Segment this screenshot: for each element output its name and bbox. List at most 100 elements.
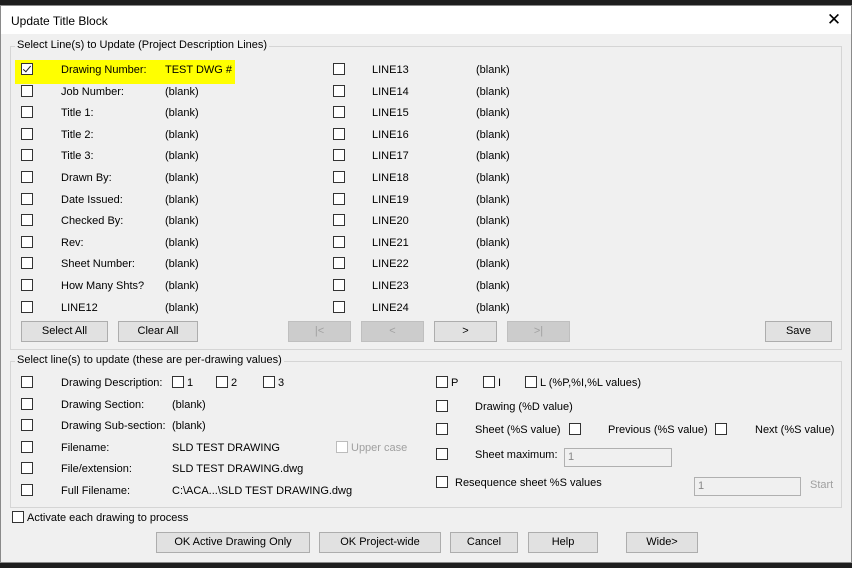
line-checkbox[interactable] — [333, 149, 345, 161]
line-checkbox[interactable] — [21, 149, 33, 161]
drawing-description-checkbox[interactable] — [21, 376, 33, 388]
line-checkbox[interactable] — [21, 301, 33, 313]
last-page-button[interactable]: >| — [507, 321, 570, 342]
sheet-max-checkbox[interactable] — [436, 448, 448, 460]
line-value: (blank) — [476, 172, 510, 184]
line-value: (blank) — [165, 172, 199, 184]
line-value: (blank) — [476, 107, 510, 119]
line-checkbox[interactable] — [333, 106, 345, 118]
activate-each-label: Activate each drawing to process — [27, 512, 189, 524]
line-checkbox[interactable] — [21, 214, 33, 226]
resequence-label: Resequence sheet %S values — [455, 477, 602, 489]
line-label: LINE22 — [372, 258, 409, 270]
line-value: (blank) — [165, 215, 199, 227]
cancel-button[interactable]: Cancel — [450, 532, 518, 553]
drawing-section-checkbox[interactable] — [21, 398, 33, 410]
drawing-description-2-checkbox[interactable] — [216, 376, 228, 388]
line-checkbox[interactable] — [21, 257, 33, 269]
line-checkbox[interactable] — [21, 236, 33, 248]
full-filename-checkbox[interactable] — [21, 484, 33, 496]
line-checkbox[interactable] — [21, 128, 33, 140]
line-checkbox[interactable] — [333, 214, 345, 226]
line-value: (blank) — [165, 150, 199, 162]
resequence-start-input[interactable]: 1 — [694, 477, 801, 496]
line-value: (blank) — [165, 86, 199, 98]
help-button[interactable]: Help — [528, 532, 598, 553]
sheet-s-checkbox[interactable] — [436, 423, 448, 435]
line-label: How Many Shts? — [61, 280, 145, 292]
drawing-d-label: Drawing (%D value) — [475, 401, 573, 413]
line-checkbox[interactable] — [21, 193, 33, 205]
line-label: LINE19 — [372, 194, 409, 206]
wide-button[interactable]: Wide> — [626, 532, 698, 553]
line-label: Drawing Number: — [61, 64, 147, 76]
line-checkbox[interactable] — [21, 279, 33, 291]
clear-all-button[interactable]: Clear All — [118, 321, 198, 342]
line-checkbox[interactable] — [333, 257, 345, 269]
line-checkbox[interactable] — [333, 236, 345, 248]
i-label: I — [498, 377, 502, 389]
i-checkbox[interactable] — [483, 376, 495, 388]
line-value: (blank) — [165, 129, 199, 141]
line-checkbox[interactable] — [333, 279, 345, 291]
prev-page-button[interactable]: < — [361, 321, 424, 342]
p-label: P — [451, 377, 459, 389]
line-label: Drawn By: — [61, 172, 112, 184]
l-label: L (%P,%I,%L values) — [540, 377, 642, 389]
ok-project-wide-button[interactable]: OK Project-wide — [319, 532, 441, 553]
line-checkbox[interactable] — [333, 193, 345, 205]
p-checkbox[interactable] — [436, 376, 448, 388]
upper-case-checkbox[interactable] — [336, 441, 348, 453]
line-checkbox[interactable] — [21, 63, 33, 75]
line-label: LINE20 — [372, 215, 409, 227]
sheet-max-input[interactable]: 1 — [564, 448, 672, 467]
line-label: Title 3: — [61, 150, 94, 162]
activate-each-checkbox[interactable] — [12, 511, 24, 523]
previous-s-label: Previous (%S value) — [608, 424, 708, 436]
line-checkbox[interactable] — [333, 301, 345, 313]
drawing-subsection-label: Drawing Sub-section: — [61, 420, 166, 432]
file-extension-label: File/extension: — [61, 463, 132, 475]
select-all-button[interactable]: Select All — [21, 321, 108, 342]
drawing-description-1-label: 1 — [187, 377, 194, 389]
drawing-description-1-checkbox[interactable] — [172, 376, 184, 388]
line-checkbox[interactable] — [333, 63, 345, 75]
close-icon[interactable]: ✕ — [817, 6, 851, 34]
first-page-button[interactable]: |< — [288, 321, 351, 342]
line-checkbox[interactable] — [21, 85, 33, 97]
per-drawing-legend: Select line(s) to update (these are per-… — [15, 354, 284, 366]
line-label: Title 1: — [61, 107, 94, 119]
filename-label: Filename: — [61, 442, 110, 454]
ok-active-drawing-button[interactable]: OK Active Drawing Only — [156, 532, 310, 553]
previous-s-checkbox[interactable] — [569, 423, 581, 435]
line-checkbox[interactable] — [21, 171, 33, 183]
filename-checkbox[interactable] — [21, 441, 33, 453]
next-s-label: Next (%S value) — [755, 424, 835, 436]
resequence-checkbox[interactable] — [436, 476, 448, 488]
line-value: (blank) — [476, 302, 510, 314]
line-label: LINE15 — [372, 107, 409, 119]
sheet-s-label: Sheet (%S value) — [475, 424, 561, 436]
file-extension-checkbox[interactable] — [21, 462, 33, 474]
line-checkbox[interactable] — [333, 85, 345, 97]
drawing-subsection-value: (blank) — [172, 420, 206, 432]
line-value: (blank) — [476, 258, 510, 270]
line-value: TEST DWG # — [165, 64, 233, 76]
line-label: Title 2: — [61, 129, 94, 141]
drawing-description-3-checkbox[interactable] — [263, 376, 275, 388]
drawing-d-checkbox[interactable] — [436, 400, 448, 412]
project-lines-group: Select Line(s) to Update (Project Descri… — [10, 39, 842, 350]
line-checkbox[interactable] — [333, 128, 345, 140]
next-s-checkbox[interactable] — [715, 423, 727, 435]
line-checkbox[interactable] — [21, 106, 33, 118]
project-lines-legend: Select Line(s) to Update (Project Descri… — [15, 39, 270, 51]
next-page-button[interactable]: > — [434, 321, 497, 342]
line-label: Date Issued: — [61, 194, 123, 206]
save-button[interactable]: Save — [765, 321, 832, 342]
drawing-subsection-checkbox[interactable] — [21, 419, 33, 431]
line-value: (blank) — [476, 86, 510, 98]
drawing-section-label: Drawing Section: — [61, 399, 145, 411]
l-checkbox[interactable] — [525, 376, 537, 388]
line-value: (blank) — [165, 258, 199, 270]
line-checkbox[interactable] — [333, 171, 345, 183]
